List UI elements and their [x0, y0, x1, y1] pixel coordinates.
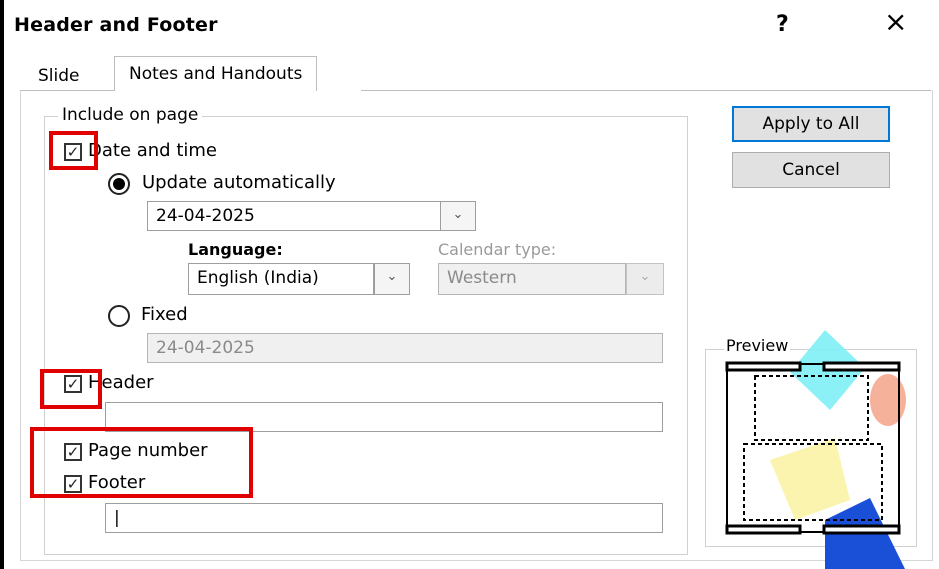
help-icon[interactable]: ?	[776, 12, 789, 37]
update-automatically-radio[interactable]	[108, 173, 130, 195]
language-label: Language:	[188, 240, 283, 259]
preview-graphic	[725, 330, 906, 569]
window-edge	[0, 0, 4, 569]
preview-header-right	[822, 361, 901, 372]
header-highlight	[40, 369, 102, 409]
header-footer-dialog: Header and Footer ? × Slide Notes and Ha…	[0, 0, 939, 569]
close-icon[interactable]: ×	[884, 8, 907, 36]
tab-divider-right	[361, 90, 931, 91]
preview-footer-right	[822, 524, 901, 535]
date-and-time-highlight	[49, 131, 98, 170]
tab-notes-and-handouts[interactable]: Notes and Handouts	[114, 56, 318, 91]
apply-to-all-button[interactable]: Apply to All	[732, 106, 890, 142]
date-and-time-label[interactable]: Date and time	[88, 140, 217, 161]
tab-slide[interactable]: Slide	[24, 62, 94, 90]
fixed-radio[interactable]	[108, 305, 130, 327]
dialog-title: Header and Footer	[14, 14, 218, 36]
watermark-orange-shape	[870, 374, 906, 426]
page-number-footer-highlight	[30, 427, 253, 498]
date-format-select[interactable]: 24-04-2025	[147, 201, 441, 231]
radio-selected-dot	[113, 178, 125, 190]
date-format-dropdown-icon[interactable]: ⌄	[440, 201, 476, 231]
footer-text-input[interactable]: |	[105, 503, 663, 533]
language-dropdown-icon[interactable]: ⌄	[374, 263, 410, 295]
watermark-yellow-shape	[770, 438, 850, 520]
preview-footer-left	[725, 524, 802, 535]
calendar-type-dropdown-icon: ⌄	[626, 263, 664, 295]
include-on-page-legend: Include on page	[58, 105, 203, 125]
calendar-type-label: Calendar type:	[438, 240, 557, 259]
preview-header-left	[725, 361, 802, 372]
update-automatically-label[interactable]: Update automatically	[142, 172, 336, 193]
calendar-type-select: Western	[438, 263, 626, 295]
language-select[interactable]: English (India)	[188, 263, 374, 295]
fixed-date-input: 24-04-2025	[147, 333, 663, 363]
fixed-label[interactable]: Fixed	[141, 304, 188, 325]
cancel-button[interactable]: Cancel	[732, 152, 890, 188]
